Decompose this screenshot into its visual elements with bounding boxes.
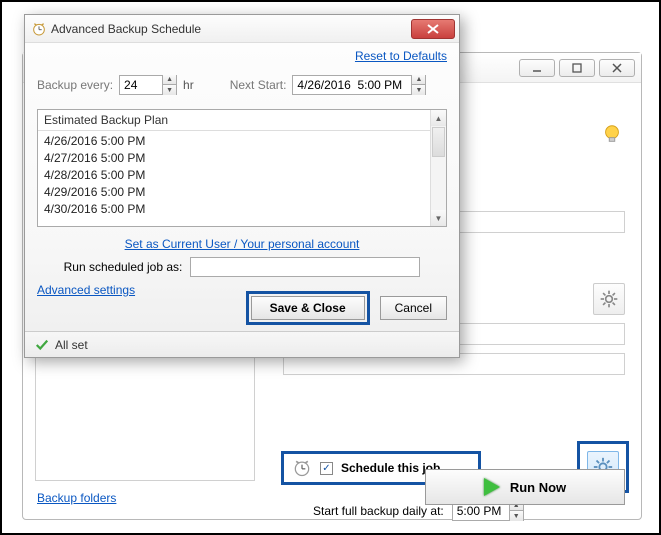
list-item[interactable]: 4/28/2016 5:00 PM bbox=[44, 167, 440, 184]
run-as-input[interactable] bbox=[190, 257, 420, 277]
dialog-close-button[interactable] bbox=[411, 19, 455, 39]
hint-bulb-icon[interactable] bbox=[601, 123, 623, 145]
status-text: All set bbox=[55, 338, 88, 352]
list-header: Estimated Backup Plan bbox=[38, 110, 446, 131]
spinner-down-icon[interactable]: ▼ bbox=[509, 511, 523, 521]
alarm-clock-icon bbox=[292, 458, 312, 478]
advanced-backup-schedule-dialog: Advanced Backup Schedule Reset to Defaul… bbox=[24, 14, 460, 358]
save-close-button[interactable]: Save & Close bbox=[251, 296, 365, 320]
advanced-settings-link[interactable]: Advanced settings bbox=[37, 283, 135, 297]
next-start-spinner[interactable]: ▲ ▼ bbox=[292, 75, 426, 95]
scroll-up-icon[interactable]: ▲ bbox=[431, 110, 446, 126]
backup-folders-link[interactable]: Backup folders bbox=[37, 491, 116, 505]
dialog-title: Advanced Backup Schedule bbox=[51, 22, 201, 36]
estimated-plan-listbox[interactable]: Estimated Backup Plan 4/26/2016 5:00 PM … bbox=[37, 109, 447, 227]
run-as-label: Run scheduled job as: bbox=[64, 260, 183, 274]
list-item[interactable]: 4/27/2016 5:00 PM bbox=[44, 150, 440, 167]
run-now-label: Run Now bbox=[510, 480, 566, 495]
check-icon bbox=[35, 338, 49, 352]
list-item[interactable]: 4/30/2016 5:00 PM bbox=[44, 201, 440, 218]
backup-every-label: Backup every: bbox=[37, 78, 113, 92]
list-scrollbar[interactable]: ▲ ▼ bbox=[430, 110, 446, 226]
scroll-track[interactable] bbox=[431, 158, 446, 210]
dialog-status-bar: All set bbox=[25, 331, 459, 357]
scroll-thumb[interactable] bbox=[432, 127, 445, 157]
run-as-row: Run scheduled job as: bbox=[37, 257, 447, 277]
close-button[interactable] bbox=[599, 59, 635, 77]
minimize-button[interactable] bbox=[519, 59, 555, 77]
backup-every-row: Backup every: ▲ ▼ hr Next Start: ▲ ▼ bbox=[37, 75, 447, 95]
backup-every-spinner[interactable]: ▲ ▼ bbox=[119, 75, 177, 95]
start-full-time-input[interactable] bbox=[453, 504, 509, 518]
settings-gear-button-1[interactable] bbox=[593, 283, 625, 315]
maximize-button[interactable] bbox=[559, 59, 595, 77]
save-close-highlight: Save & Close bbox=[246, 291, 370, 325]
next-start-input[interactable] bbox=[293, 78, 411, 92]
spinner-up-icon[interactable]: ▲ bbox=[162, 75, 176, 85]
next-start-label: Next Start: bbox=[230, 78, 287, 92]
run-now-button[interactable]: Run Now bbox=[425, 469, 625, 505]
backup-every-input[interactable] bbox=[120, 78, 162, 92]
list-item[interactable]: 4/26/2016 5:00 PM bbox=[44, 133, 440, 150]
spinner-up-icon[interactable]: ▲ bbox=[411, 75, 425, 85]
dialog-clock-icon bbox=[31, 21, 47, 37]
spinner-down-icon[interactable]: ▼ bbox=[411, 85, 425, 95]
spinner-down-icon[interactable]: ▼ bbox=[162, 85, 176, 95]
start-full-label: Start full backup daily at: bbox=[313, 504, 444, 518]
reset-to-defaults-link[interactable]: Reset to Defaults bbox=[355, 49, 447, 63]
scroll-down-icon[interactable]: ▼ bbox=[431, 210, 446, 226]
cancel-button[interactable]: Cancel bbox=[380, 296, 447, 320]
hr-label: hr bbox=[183, 78, 194, 92]
list-item[interactable]: 4/29/2016 5:00 PM bbox=[44, 184, 440, 201]
list-items: 4/26/2016 5:00 PM 4/27/2016 5:00 PM 4/28… bbox=[38, 131, 446, 220]
dialog-titlebar: Advanced Backup Schedule bbox=[25, 15, 459, 43]
set-current-user-link[interactable]: Set as Current User / Your personal acco… bbox=[37, 237, 447, 251]
schedule-checkbox[interactable]: ✓ bbox=[320, 462, 333, 475]
play-icon bbox=[484, 478, 500, 496]
